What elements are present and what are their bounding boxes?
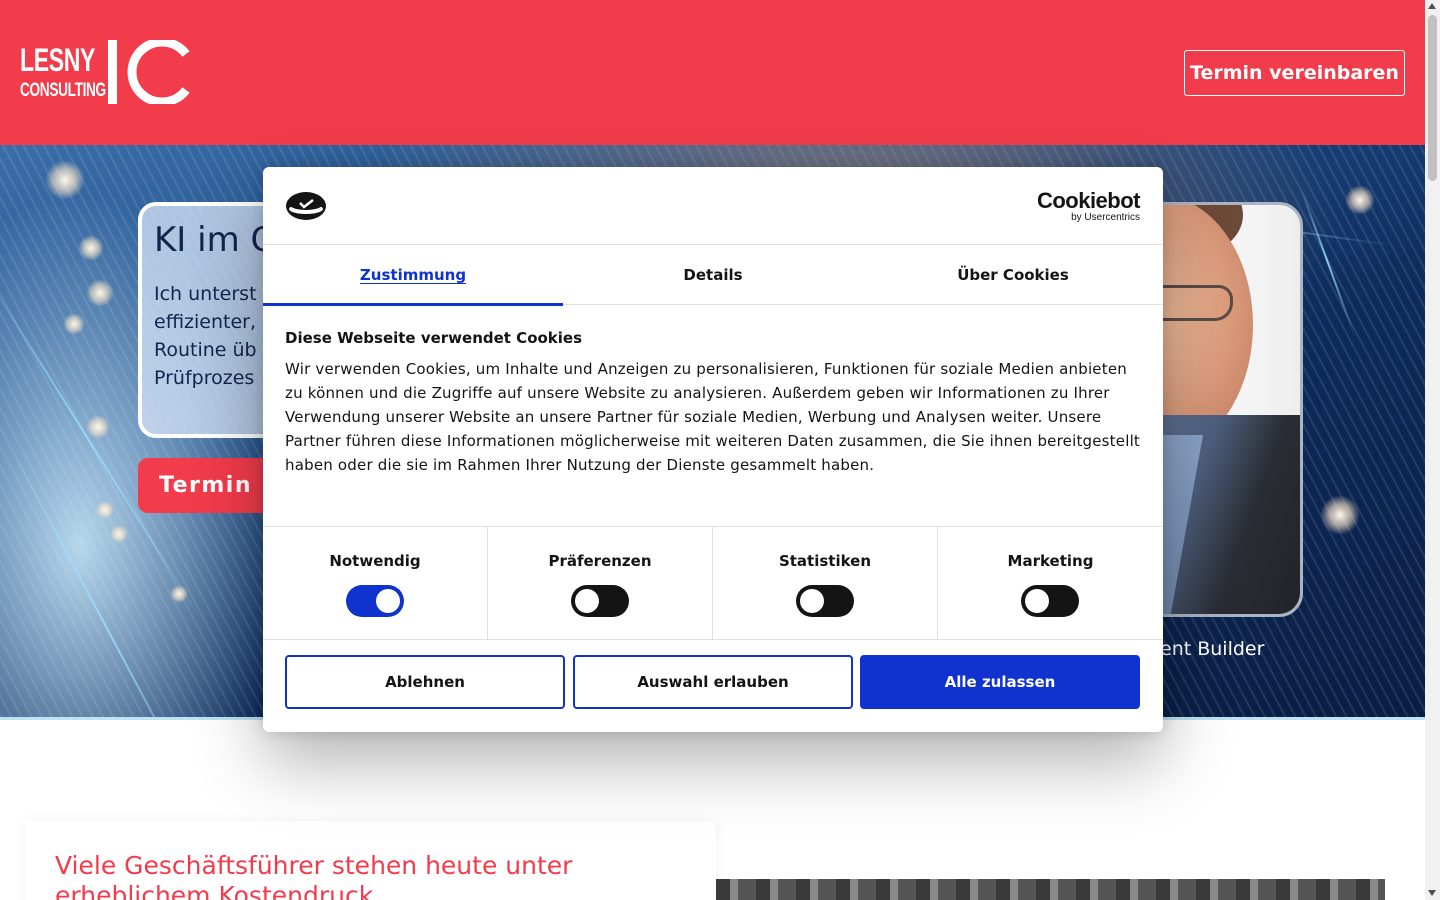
statistiken-toggle[interactable] [796, 585, 854, 617]
tab-ueber-cookies[interactable]: Über Cookies [863, 245, 1163, 305]
allow-all-button[interactable]: Alle zulassen [860, 655, 1140, 709]
light-dot [96, 501, 114, 519]
cookie-icon [286, 192, 326, 220]
cookie-category-toggles: Notwendig Präferenzen Statistiken Market… [263, 526, 1163, 640]
logo-letter-i [108, 40, 117, 104]
cookie-dialog-tabs: Zustimmung Details Über Cookies [263, 245, 1163, 306]
logo-line-1: LESNY [20, 42, 96, 78]
page-scrollbar[interactable] [1425, 0, 1440, 900]
category-label: Statistiken [778, 552, 872, 570]
category-label: Präferenzen [548, 552, 652, 570]
cookie-dialog-heading: Diese Webseite verwendet Cookies [285, 329, 583, 347]
category-label: Notwendig [329, 552, 421, 570]
logo-line-2: CONSULTING [20, 80, 106, 101]
category-notwendig: Notwendig [263, 527, 488, 639]
tab-details[interactable]: Details [563, 245, 863, 305]
cookie-dialog-actions: Ablehnen Auswahl erlauben Alle zulassen [285, 655, 1141, 709]
site-header: LESNY CONSULTING Termin vereinbaren [0, 0, 1425, 145]
decline-button[interactable]: Ablehnen [285, 655, 565, 709]
allow-selection-button[interactable]: Auswahl erlauben [573, 655, 853, 709]
cookie-dialog-header: Cookiebot by Usercentrics [263, 167, 1163, 245]
light-dot [1345, 185, 1375, 215]
light-dot [63, 313, 85, 335]
cookie-dialog-text: Wir verwenden Cookies, um Inhalte und An… [285, 360, 1141, 474]
section-image [716, 879, 1385, 900]
light-dot [45, 160, 85, 200]
scroll-up-icon[interactable] [1428, 3, 1436, 9]
cookiebot-brand-name: Cookiebot [1036, 188, 1141, 213]
category-statistiken: Statistiken [713, 527, 938, 639]
tab-zustimmung[interactable]: Zustimmung [263, 245, 563, 306]
section-heading: Viele Geschäftsführer stehen heute unter… [55, 851, 573, 900]
light-dot [86, 415, 110, 439]
light-dot [86, 279, 114, 307]
light-dot [1320, 495, 1360, 535]
cookiebot-logo[interactable]: Cookiebot by Usercentrics [1036, 188, 1141, 224]
category-praeferenzen: Präferenzen [488, 527, 713, 639]
marketing-toggle[interactable] [1021, 585, 1079, 617]
light-dot [110, 525, 128, 543]
category-marketing: Marketing [938, 527, 1163, 639]
book-appointment-button[interactable]: Termin vereinbaren [1184, 50, 1405, 96]
category-label: Marketing [1007, 552, 1094, 570]
intro-content-card: Viele Geschäftsführer stehen heute unter… [25, 821, 716, 900]
cookie-consent-dialog: Cookiebot by Usercentrics Zustimmung Det… [263, 167, 1163, 732]
praeferenzen-toggle[interactable] [571, 585, 629, 617]
cookie-dialog-body: Diese Webseite verwendet Cookies Wir ver… [285, 329, 1141, 477]
scroll-down-icon[interactable] [1428, 890, 1436, 896]
light-dot [170, 585, 188, 603]
lesny-consulting-logo[interactable]: LESNY CONSULTING [20, 40, 190, 106]
cookiebot-brand-sub: by Usercentrics [1071, 212, 1140, 223]
light-dot [78, 235, 104, 261]
portrait-caption: ent Builder [1160, 638, 1265, 660]
notwendig-toggle[interactable] [346, 585, 404, 617]
logo-letter-c [127, 40, 190, 104]
scrollbar-thumb[interactable] [1428, 15, 1437, 181]
